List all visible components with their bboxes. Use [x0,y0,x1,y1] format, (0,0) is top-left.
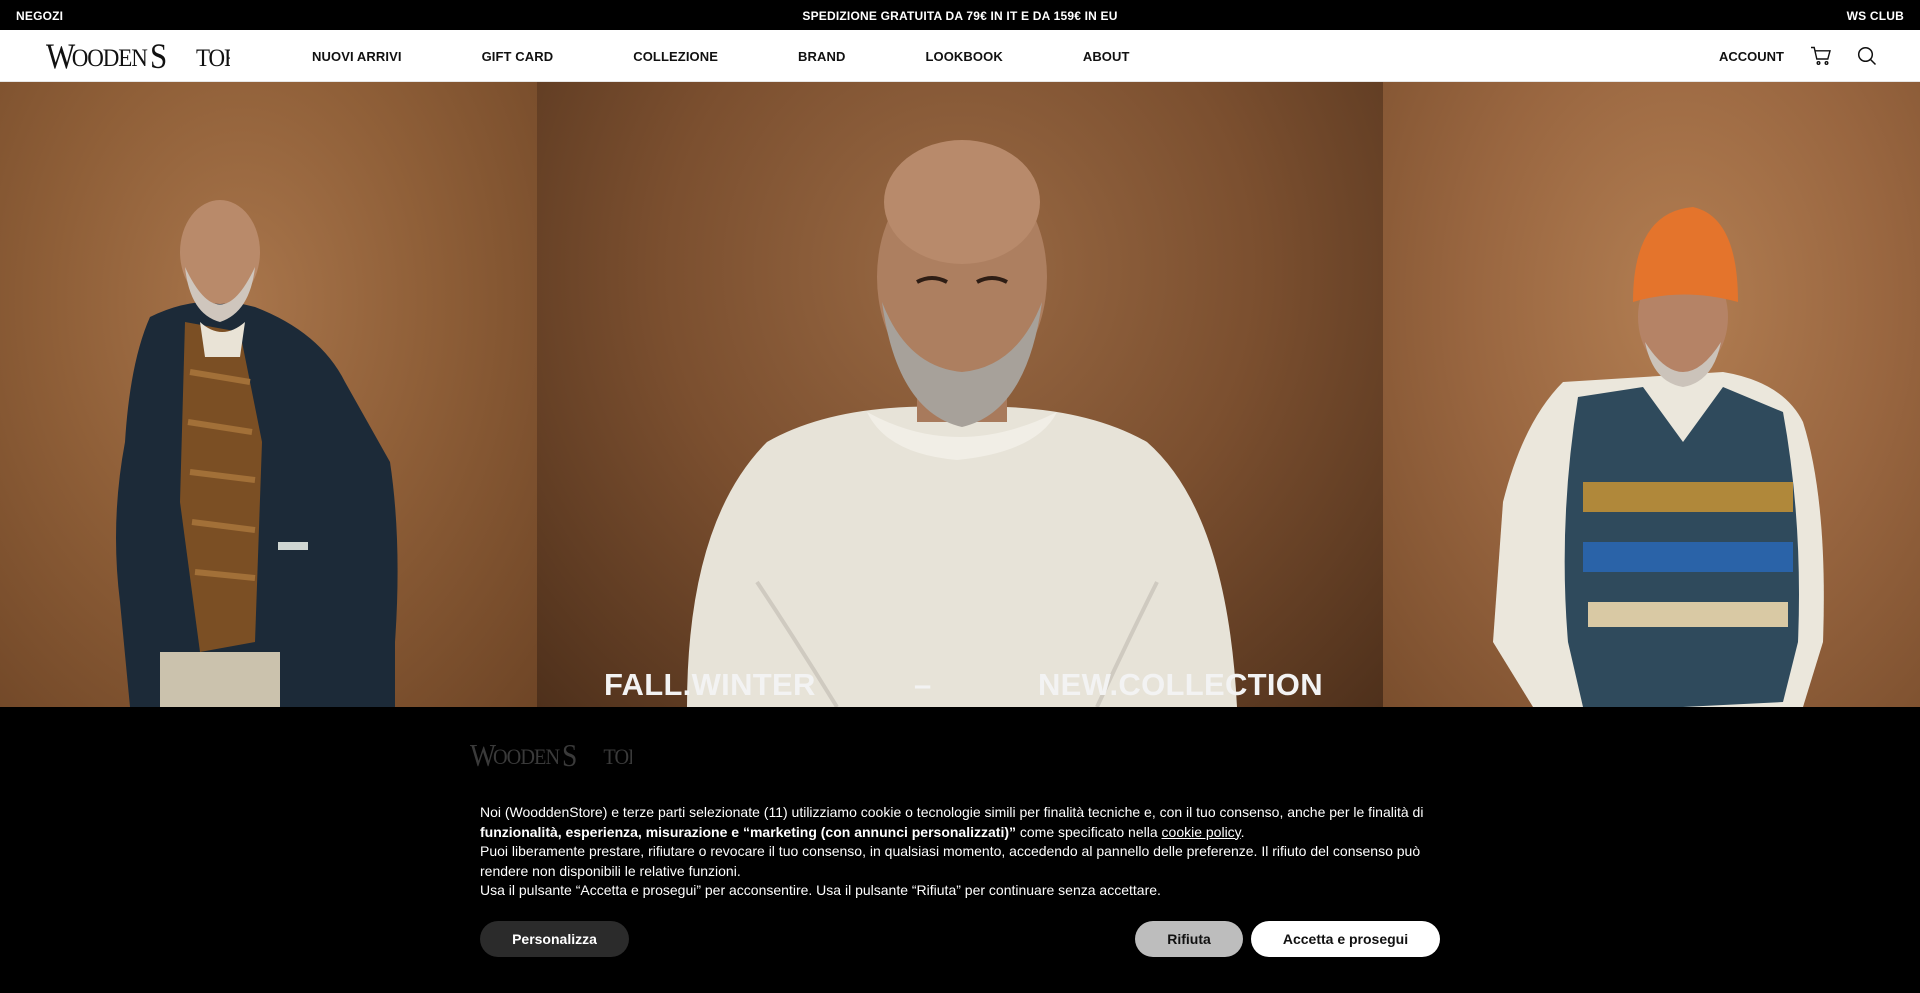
hero-banner[interactable]: FALL.WINTER – NEW.COLLECTION [0,82,1920,707]
ws-club-link[interactable]: WS CLUB [1847,9,1904,23]
caption-collection: NEW.COLLECTION [1038,667,1323,702]
reject-button[interactable]: Rifiuta [1135,921,1243,957]
woodenstore-logo[interactable]: W OODEN S TORE [46,36,253,77]
main-nav: NUOVI ARRIVI GIFT CARD COLLEZIONE BRAND … [312,30,1210,82]
nav-lookbook[interactable]: LOOKBOOK [925,49,1002,64]
cart-icon[interactable] [1810,45,1832,67]
svg-text:OODEN: OODEN [72,45,148,72]
hero-image-center [537,82,1383,707]
nav-about[interactable]: ABOUT [1083,49,1130,64]
cookie-text-purposes: funzionalità, esperienza, misurazione e … [480,823,1016,840]
cookie-text-intro: Noi (WooddenStore) e terze parti selezio… [480,804,1424,820]
cookie-paragraph-1: Noi (WooddenStore) e terze parti selezio… [480,803,1440,842]
hero-image-left [0,82,537,707]
cookie-notice-text: Noi (WooddenStore) e terze parti selezio… [480,803,1440,901]
header-actions: ACCOUNT [1719,30,1878,82]
svg-text:OODEN: OODEN [493,744,560,769]
cookie-banner-logo: W OODEN S TORE [470,737,653,773]
stores-link[interactable]: NEGOZI [16,9,63,23]
cookie-paragraph-3: Usa il pulsante “Accetta e prosegui” per… [480,882,1161,899]
nav-brand[interactable]: BRAND [798,49,845,64]
model-left-illustration [116,200,398,707]
cookie-text-specified: come specificato nella [1016,823,1162,840]
caption-season: FALL.WINTER [604,667,816,702]
cookie-policy-link[interactable]: cookie policy [1162,824,1241,840]
cookie-text-period: . [1240,823,1245,840]
hero-image-right [1383,82,1920,707]
svg-text:S: S [562,738,577,773]
account-link[interactable]: ACCOUNT [1719,49,1784,64]
customize-button[interactable]: Personalizza [480,921,629,957]
svg-text:TORE: TORE [603,744,632,769]
shipping-announcement: SPEDIZIONE GRATUITA DA 79€ IN IT E DA 15… [802,9,1118,23]
nav-new-arrivals[interactable]: NUOVI ARRIVI [312,49,402,64]
nav-collection[interactable]: COLLEZIONE [633,49,718,64]
cookie-banner: W OODEN S TORE Noi (WooddenStore) e terz… [0,707,1920,993]
model-center-illustration [687,140,1237,707]
hero-caption: FALL.WINTER – NEW.COLLECTION [0,667,1920,707]
caption-separator: – [914,667,932,702]
nav-gift-card[interactable]: GIFT CARD [482,49,554,64]
cookie-paragraph-2: Puoi liberamente prestare, rifiutare o r… [480,843,1421,879]
accept-button[interactable]: Accetta e prosegui [1251,921,1440,957]
logo-wordmark: W OODEN S TORE [46,37,253,77]
announcement-bar: NEGOZI SPEDIZIONE GRATUITA DA 79€ IN IT … [0,0,1920,30]
search-icon[interactable] [1856,45,1878,67]
svg-text:TORE: TORE [196,45,230,72]
main-header: W OODEN S TORE NUOVI ARRIVI GIFT CARD CO… [0,30,1920,82]
svg-text:S: S [150,37,167,76]
model-right-illustration [1493,207,1824,707]
